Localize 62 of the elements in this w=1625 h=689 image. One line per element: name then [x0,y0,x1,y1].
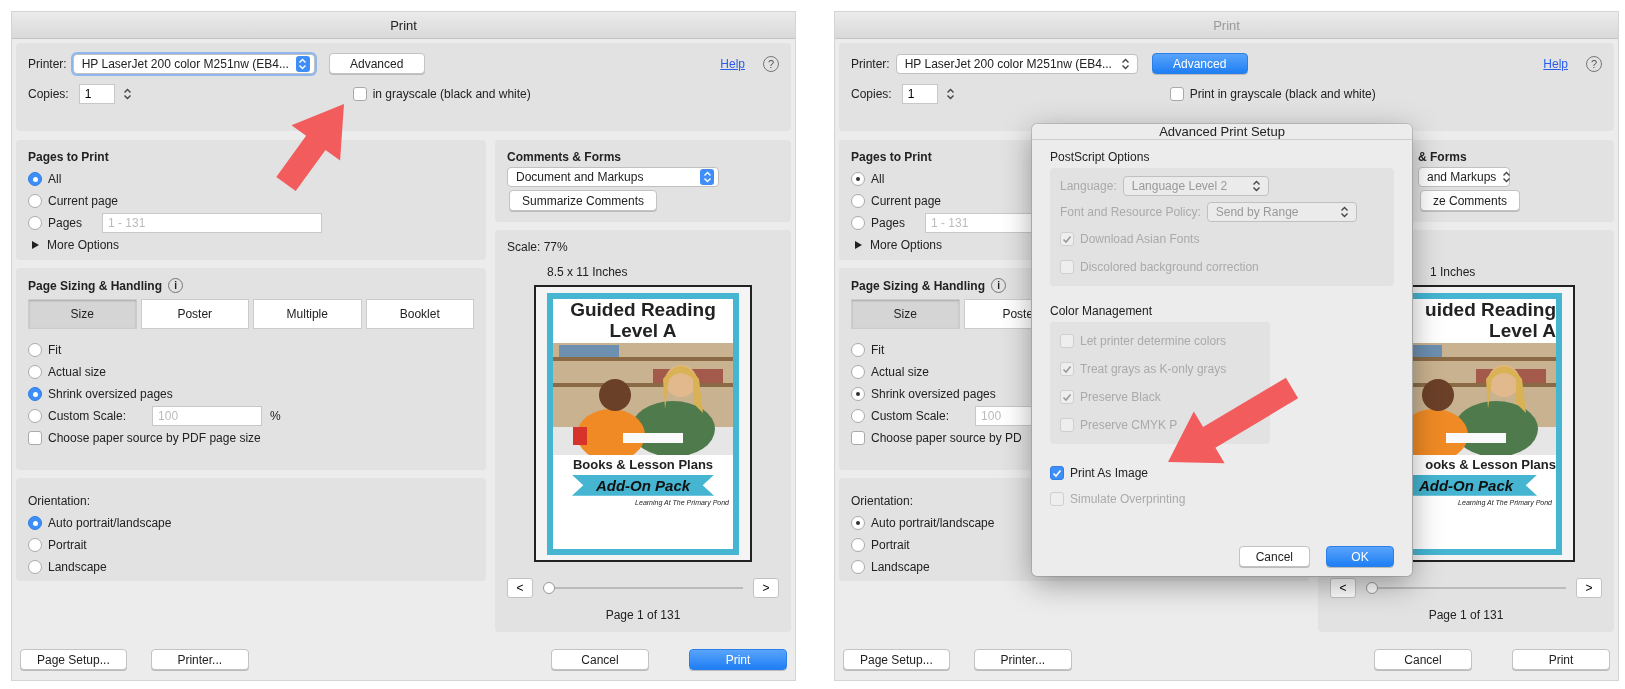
option-label: Shrink oversized pages [871,387,996,401]
scale-label: Scale: 77% [507,240,568,256]
paper-size-label: 8.5 x 11 Inches [546,265,628,280]
cover-banner: Add-On Pack [571,474,715,496]
section-title: Page Sizing & Handling [28,278,162,293]
cover-subtitle: Books & Lesson Plans [572,456,714,472]
checkbox-label: Discolored background correction [1080,260,1259,274]
dialog-title: Advanced Print Setup [1159,124,1285,139]
checkbox-label: Choose paper source by PDF page size [48,431,261,445]
option-label: Custom Scale: [871,409,950,423]
option-label: All [871,172,885,186]
option-label: Landscape [48,560,107,574]
checkbox-label: Choose paper source by PD [871,431,1022,445]
paper-size-label: 1 Inches [1429,265,1476,280]
cover-title: uided Reading [1425,298,1556,320]
section-title: Orientation: [28,494,91,508]
percent-label: % [270,409,281,423]
section-title: Pages to Print [851,150,932,164]
copies-label: Copies: [851,87,892,101]
option-label: Fit [871,343,885,357]
option-label: Landscape [871,560,930,574]
cover-subtitle: ooks & Lesson Plans [1425,456,1556,472]
option-label: Current page [871,194,942,208]
cover-title: Guided Reading [570,298,716,320]
cover-title: Level A [1489,319,1556,341]
option-label: Auto portrait/landscape [871,516,995,530]
window-title: Print [390,17,417,33]
page-number-label: Page 1 of 131 [605,608,681,622]
option-label: Actual size [48,365,107,379]
option-label: Shrink oversized pages [48,387,173,401]
checkbox-label: Print As Image [1070,466,1149,480]
section-title: Page Sizing & Handling [851,278,985,293]
copies-label: Copies: [28,87,69,101]
option-label: Portrait [871,538,910,552]
option-label: Actual size [871,365,930,379]
section-title: Pages to Print [28,150,109,164]
checkbox-label: Print in grayscale (black and white) [1189,87,1376,101]
checkbox-label: in grayscale (black and white) [372,87,531,101]
checkbox-label: Treat grays as K-only grays [1080,362,1227,376]
option-label: All [48,172,62,186]
checkbox-label: Preserve Black [1080,390,1161,404]
printer-label: Printer: [28,56,67,71]
option-label: Current page [48,194,119,208]
option-label: Fit [48,343,62,357]
checkbox-label: Download Asian Fonts [1080,232,1200,246]
field-label: Language: [1060,179,1117,193]
section-title: Orientation: [851,494,914,508]
cover-title: Level A [609,319,677,341]
option-label: Auto portrait/landscape [48,516,172,530]
option-label: Custom Scale: [48,409,127,423]
field-label: Font and Resource Policy: [1060,205,1201,219]
checkbox-label: Let printer determine colors [1080,334,1227,348]
option-label: Pages [48,216,83,230]
section-title: & Forms [1418,150,1467,164]
option-label: Pages [871,216,906,230]
printer-label: Printer: [851,56,890,71]
page-number-label: Page 1 of 131 [1428,608,1504,622]
checkbox-label: Simulate Overprinting [1070,492,1186,506]
option-label: Portrait [48,538,87,552]
section-title: PostScript Options [1050,150,1151,164]
section-title: Comments & Forms [507,150,622,164]
window-title: Print [1213,17,1240,33]
